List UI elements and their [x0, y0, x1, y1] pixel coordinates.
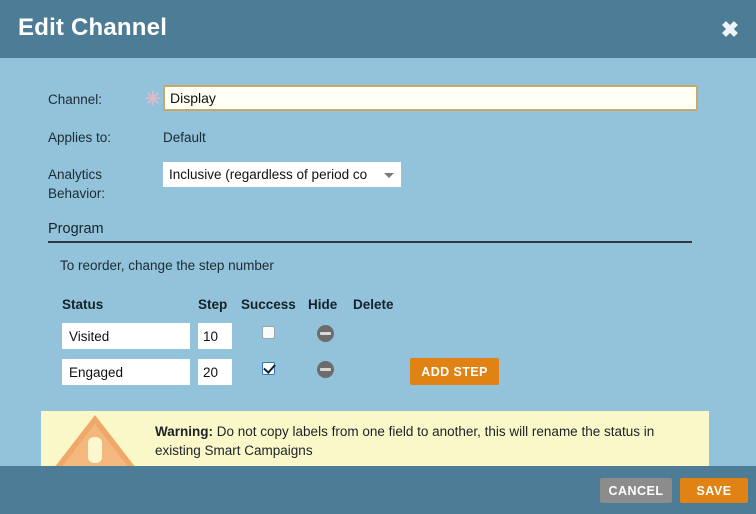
warning-bold-prefix: Warning:	[155, 424, 213, 439]
section-divider	[48, 241, 692, 243]
required-asterisk-icon: ✳	[145, 89, 161, 110]
column-header-delete: Delete	[353, 297, 394, 312]
dialog-body: Channel: ✳ Applies to: Default Analytics…	[0, 58, 756, 466]
success-checkbox[interactable]	[262, 326, 275, 339]
step-input[interactable]	[198, 323, 232, 349]
chevron-down-icon	[384, 173, 394, 178]
warning-message: Do not copy labels from one field to ano…	[155, 424, 655, 458]
analytics-behavior-selected-value: Inclusive (regardless of period co	[169, 167, 368, 182]
minus-circle-icon[interactable]	[317, 361, 334, 378]
minus-circle-icon[interactable]	[317, 325, 334, 342]
success-checkbox-cell	[262, 326, 278, 342]
column-header-status: Status	[62, 297, 104, 312]
status-input[interactable]	[62, 359, 190, 385]
table-row	[0, 359, 756, 391]
applies-to-label: Applies to:	[48, 130, 112, 145]
success-checkbox-cell	[262, 362, 278, 378]
analytics-behavior-select[interactable]: Inclusive (regardless of period co	[163, 162, 401, 187]
column-header-hide: Hide	[308, 297, 338, 312]
analytics-behavior-label-line1: Analytics	[48, 167, 103, 182]
channel-input[interactable]	[163, 85, 698, 111]
warning-banner: Warning: Do not copy labels from one fie…	[41, 411, 709, 466]
status-input[interactable]	[62, 323, 190, 349]
column-header-success: Success	[241, 297, 296, 312]
cancel-button[interactable]: CANCEL	[600, 478, 672, 503]
program-section-heading: Program	[48, 221, 104, 237]
success-checkbox[interactable]	[262, 362, 275, 375]
save-button[interactable]: SAVE	[680, 478, 748, 503]
table-row	[0, 323, 756, 355]
add-step-button[interactable]: ADD STEP	[410, 358, 499, 385]
warning-triangle-icon	[55, 415, 135, 466]
dialog-titlebar: Edit Channel ✖	[0, 0, 756, 58]
step-input[interactable]	[198, 359, 232, 385]
warning-text: Warning: Do not copy labels from one fie…	[155, 422, 695, 460]
column-header-step: Step	[198, 297, 228, 312]
applies-to-value: Default	[163, 130, 206, 145]
edit-channel-dialog: Edit Channel ✖ Channel: ✳ Applies to: De…	[0, 0, 756, 514]
reorder-note: To reorder, change the step number	[60, 258, 274, 273]
dialog-title: Edit Channel	[18, 14, 168, 41]
analytics-behavior-label-line2: Behavior:	[48, 186, 106, 201]
channel-label: Channel:	[48, 92, 103, 107]
dialog-footer: CANCEL SAVE	[0, 466, 756, 514]
close-icon[interactable]: ✖	[716, 16, 744, 44]
